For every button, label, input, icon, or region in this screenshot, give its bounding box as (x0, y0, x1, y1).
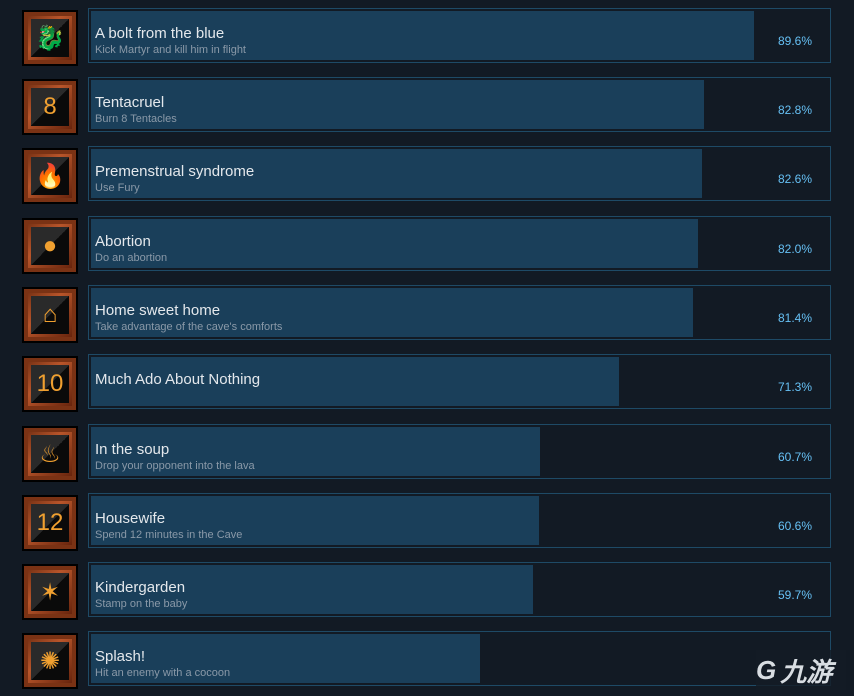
progress-bar: Home sweet home Take advantage of the ca… (88, 285, 831, 340)
achievement-title: Much Ado About Nothing (95, 371, 261, 388)
home-icon: ⌂ (22, 287, 78, 343)
achievement-row[interactable]: ⌂ Home sweet home Take advantage of the … (0, 285, 854, 343)
achievement-percent: 81.4% (777, 311, 812, 325)
achievement-row[interactable]: 10 Much Ado About Nothing 71.3% (0, 354, 854, 412)
achievement-title: A bolt from the blue (95, 25, 225, 42)
achievement-row[interactable]: ● Abortion Do an abortion 82.0% (0, 216, 854, 274)
progress-fill (91, 219, 698, 268)
achievement-percent: 59.7% (777, 588, 812, 602)
achievement-description: Kick Martyr and kill him in flight (95, 44, 246, 56)
abortion-icon: ● (22, 218, 78, 274)
achievement-description: Hit an enemy with a cocoon (95, 667, 231, 679)
achievement-title: Premenstrual syndrome (95, 163, 255, 180)
achievement-row[interactable]: 🔥 Premenstrual syndrome Use Fury 82.6% (0, 146, 854, 204)
flame-10-icon: 10 (22, 356, 78, 412)
achievement-row[interactable]: ♨ In the soup Drop your opponent into th… (0, 424, 854, 482)
fury-icon: 🔥 (22, 148, 78, 204)
achievement-percent: 89.6% (777, 34, 812, 48)
achievement-title: Home sweet home (95, 302, 221, 319)
achievement-description: Take advantage of the cave's comforts (95, 321, 283, 333)
progress-bar: Much Ado About Nothing 71.3% (88, 354, 831, 409)
progress-bar: Housewife Spend 12 minutes in the Cave 6… (88, 493, 831, 548)
achievement-title: Tentacruel (95, 94, 165, 111)
achievement-row[interactable]: 8 Tentacruel Burn 8 Tentacles 82.8% (0, 77, 854, 135)
achievement-percent: 60.6% (777, 519, 812, 533)
achievement-row[interactable]: 12 Housewife Spend 12 minutes in the Cav… (0, 493, 854, 551)
achievement-percent: 82.6% (777, 172, 812, 186)
achievement-title: Kindergarden (95, 579, 186, 596)
baby-stamp-icon: ✶ (22, 564, 78, 620)
achievement-percent: 71.3% (777, 380, 812, 394)
achievement-description: Use Fury (95, 182, 140, 194)
achievement-title: In the soup (95, 441, 170, 458)
achievement-row[interactable]: ✶ Kindergarden Stamp on the baby 59.7% (0, 562, 854, 620)
achievement-percent: 82.0% (777, 242, 812, 256)
logo-icon: G (756, 654, 777, 685)
achievement-description: Drop your opponent into the lava (95, 460, 255, 472)
12-min-icon: 12 (22, 495, 78, 551)
progress-bar: A bolt from the blue Kick Martyr and kil… (88, 8, 831, 63)
achievement-description: Spend 12 minutes in the Cave (95, 529, 243, 541)
progress-bar: Splash! Hit an enemy with a cocoon (88, 631, 831, 686)
achievement-description: Do an abortion (95, 252, 168, 264)
progress-bar: Premenstrual syndrome Use Fury 82.6% (88, 146, 831, 201)
achievement-title: Abortion (95, 233, 151, 250)
progress-bar: Abortion Do an abortion 82.0% (88, 216, 831, 271)
watermark-logo: G 九游 (756, 650, 846, 690)
achievement-row[interactable]: ✺ Splash! Hit an enemy with a cocoon (0, 631, 854, 689)
progress-bar: Kindergarden Stamp on the baby 59.7% (88, 562, 831, 617)
progress-fill (91, 80, 704, 129)
tentacles-8-icon: 8 (22, 79, 78, 135)
cocoon-splash-icon: ✺ (22, 633, 78, 689)
progress-bar: In the soup Drop your opponent into the … (88, 424, 831, 479)
progress-bar: Tentacruel Burn 8 Tentacles 82.8% (88, 77, 831, 132)
achievement-percent: 82.8% (777, 103, 812, 117)
achievement-description: Stamp on the baby (95, 598, 188, 610)
achievement-percent: 60.7% (777, 450, 812, 464)
achievement-title: Splash! (95, 648, 146, 665)
achievement-row[interactable]: 🐉 A bolt from the blue Kick Martyr and k… (0, 8, 854, 66)
lava-icon: ♨ (22, 426, 78, 482)
achievement-description: Burn 8 Tentacles (95, 113, 177, 125)
achievement-title: Housewife (95, 510, 166, 527)
dragon-bolt-icon: 🐉 (22, 10, 78, 66)
